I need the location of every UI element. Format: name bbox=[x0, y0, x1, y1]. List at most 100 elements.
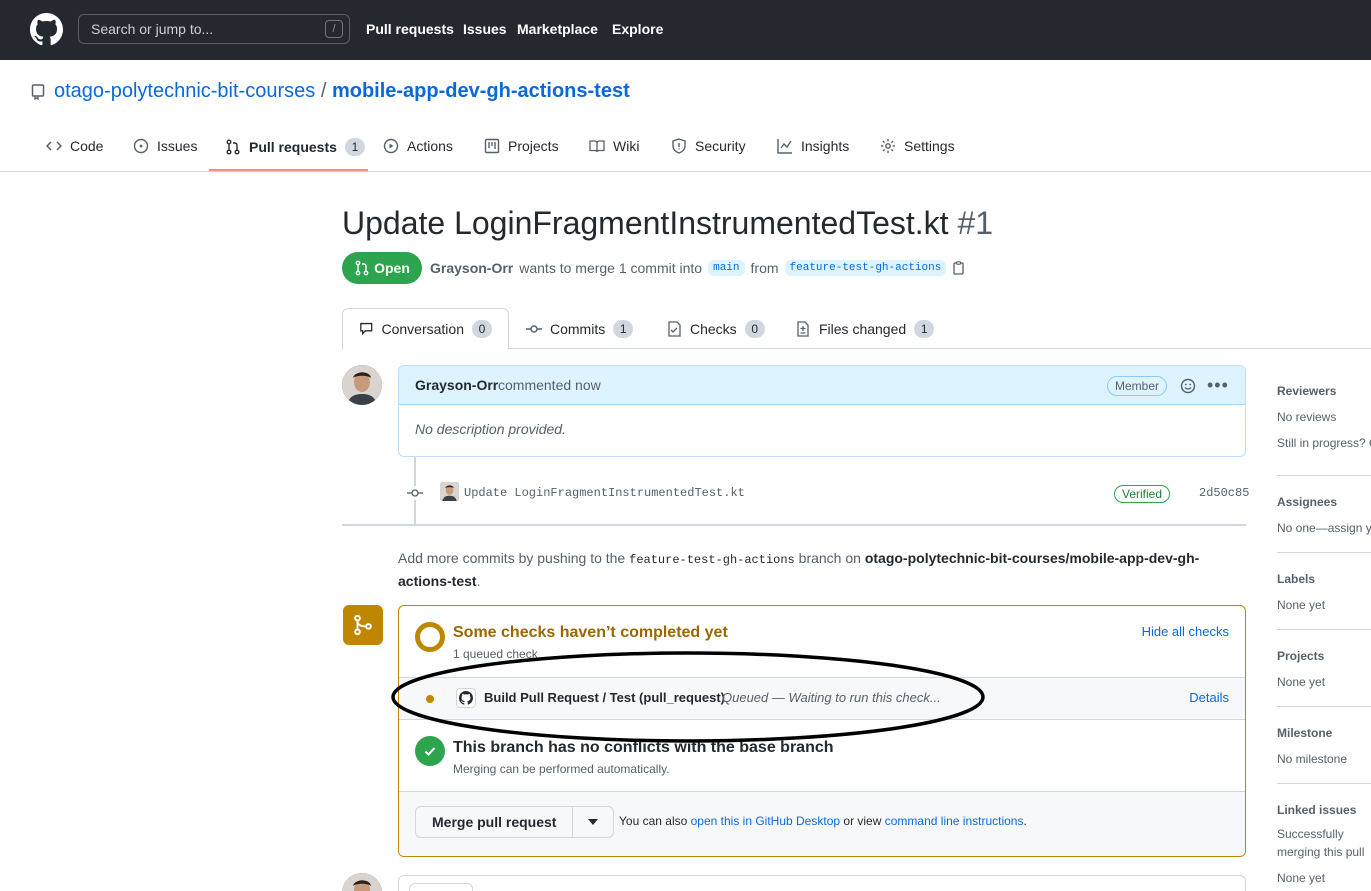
commit-icon bbox=[407, 486, 423, 500]
write-tab[interactable] bbox=[409, 883, 473, 891]
avatar[interactable] bbox=[342, 873, 382, 891]
milestone-heading[interactable]: Milestone bbox=[1277, 726, 1371, 740]
hide-all-checks-link[interactable]: Hide all checks bbox=[1142, 624, 1229, 639]
linked-issues-text: Successfully merging this pull request m… bbox=[1277, 827, 1365, 859]
tab-label: Pull requests bbox=[249, 139, 337, 155]
push-commits-note: Add more commits by pushing to the featu… bbox=[398, 548, 1248, 592]
tab-counter: 0 bbox=[472, 320, 492, 338]
check-run-row: Build Pull Request / Test (pull_request)… bbox=[399, 678, 1245, 720]
milestone-text: No milestone bbox=[1277, 752, 1348, 766]
head-branch[interactable]: feature-test-gh-actions bbox=[784, 260, 947, 276]
push-note-middle: branch on bbox=[798, 550, 861, 566]
merge-method-dropdown[interactable] bbox=[573, 807, 613, 837]
tab-settings[interactable]: Settings bbox=[880, 138, 955, 154]
nav-pull-requests[interactable]: Pull requests bbox=[366, 21, 454, 37]
tab-projects[interactable]: Projects bbox=[484, 138, 559, 154]
labels-text: None yet bbox=[1277, 598, 1326, 612]
smiley-icon[interactable] bbox=[1180, 378, 1196, 394]
tab-actions[interactable]: Actions bbox=[383, 138, 453, 154]
selected-tab-underline bbox=[209, 169, 368, 171]
repo-owner-link[interactable]: otago-polytechnic-bit-courses bbox=[54, 80, 315, 102]
reviewers-heading[interactable]: Reviewers bbox=[1277, 384, 1371, 398]
global-header: Search or jump to... / Pull requests Iss… bbox=[0, 0, 1371, 60]
commit-sha-link[interactable]: 2d50c85 bbox=[1199, 486, 1249, 500]
conflict-subtitle: Merging can be performed automatically. bbox=[453, 762, 670, 776]
tab-counter: 1 bbox=[914, 319, 935, 338]
merge-pull-request-button[interactable]: Merge pull request bbox=[415, 806, 615, 838]
comment-timestamp[interactable]: commented now bbox=[498, 377, 601, 393]
push-note-prefix: Add more commits by pushing to the bbox=[398, 550, 626, 566]
pr-title-text: Update LoginFragmentInstrumentedTest.kt bbox=[342, 205, 949, 241]
repo-icon bbox=[31, 84, 45, 100]
merge-actions: Merge pull request You can also open thi… bbox=[399, 792, 1245, 856]
tab-issues[interactable]: Issues bbox=[133, 138, 197, 154]
nav-explore[interactable]: Explore bbox=[612, 21, 663, 37]
author-role-badge: Member bbox=[1107, 376, 1168, 396]
nav-marketplace[interactable]: Marketplace bbox=[517, 21, 598, 37]
pr-state-badge: Open bbox=[342, 252, 422, 284]
tab-code[interactable]: Code bbox=[46, 138, 103, 154]
tab-conversation[interactable]: Conversation 0 bbox=[342, 308, 509, 350]
search-shortcut-key: / bbox=[325, 20, 343, 38]
merge-alternatives: You can also open this in GitHub Desktop… bbox=[619, 814, 1027, 828]
repo-name-link[interactable]: mobile-app-dev-gh-actions-test bbox=[332, 80, 630, 102]
tab-label: Commits bbox=[550, 320, 606, 337]
github-logo-icon[interactable] bbox=[30, 13, 63, 46]
command-line-link[interactable]: command line instructions bbox=[885, 814, 1024, 828]
assignees-text[interactable]: No one—assign yourself bbox=[1277, 521, 1371, 535]
linked-issues-none: None yet bbox=[1277, 871, 1326, 885]
check-run-name: Build Pull Request / Test (pull_request) bbox=[484, 690, 726, 705]
or-view-text: or view bbox=[843, 814, 882, 828]
merge-button-label: Merge pull request bbox=[416, 807, 574, 837]
play-icon bbox=[383, 138, 399, 154]
avatar[interactable] bbox=[342, 365, 382, 405]
tab-label: Settings bbox=[904, 138, 955, 154]
comment-author-link[interactable]: Grayson-Orr bbox=[415, 377, 498, 393]
tab-pull-requests[interactable]: Pull requests 1 bbox=[225, 138, 365, 156]
issue-icon bbox=[133, 138, 149, 154]
commit-message-link[interactable]: Update LoginFragmentInstrumentedTest.kt bbox=[464, 486, 745, 500]
tab-security[interactable]: Security bbox=[671, 138, 746, 154]
reviewers-text: No reviews bbox=[1277, 410, 1337, 424]
file-diff-icon bbox=[797, 320, 809, 337]
avatar-image bbox=[342, 873, 382, 891]
tab-label: Files changed bbox=[819, 320, 907, 337]
checks-summary: Some checks haven’t completed yet 1 queu… bbox=[399, 606, 1245, 678]
verified-badge[interactable]: Verified bbox=[1114, 485, 1171, 503]
pr-description-comment: Grayson-Orr commented now Member ••• No … bbox=[398, 365, 1246, 457]
merge-status-icon bbox=[343, 605, 383, 645]
sidebar-projects: Projects None yet bbox=[1277, 649, 1371, 707]
sidebar-linked-issues: Linked issues Successfully merging this … bbox=[1277, 803, 1371, 891]
pull-request-icon bbox=[355, 260, 369, 276]
check-details-link[interactable]: Details bbox=[1189, 690, 1229, 705]
pr-author-link[interactable]: Grayson-Orr bbox=[430, 260, 513, 276]
commit-author-avatar[interactable] bbox=[440, 482, 459, 501]
tab-commits[interactable]: Commits 1 bbox=[510, 308, 649, 349]
checklist-icon bbox=[668, 320, 681, 337]
labels-heading[interactable]: Labels bbox=[1277, 572, 1371, 586]
kebab-menu-icon[interactable]: ••• bbox=[1207, 375, 1229, 396]
sidebar-labels: Labels None yet bbox=[1277, 572, 1371, 630]
tab-files-changed[interactable]: Files changed 1 bbox=[779, 308, 950, 349]
tab-insights[interactable]: Insights bbox=[777, 138, 849, 154]
search-input[interactable]: Search or jump to... / bbox=[78, 14, 350, 44]
convert-to-draft-text[interactable]: Still in progress? Convert to draft bbox=[1277, 436, 1371, 450]
copy-icon[interactable] bbox=[952, 261, 966, 275]
triangle-down-icon bbox=[588, 819, 599, 825]
tab-checks[interactable]: Checks 0 bbox=[650, 308, 781, 349]
checks-subtitle: 1 queued check bbox=[453, 647, 538, 661]
code-icon bbox=[46, 141, 62, 151]
nav-issues[interactable]: Issues bbox=[463, 21, 507, 37]
check-circle-icon bbox=[415, 736, 445, 766]
tab-label: Actions bbox=[407, 138, 453, 154]
projects-heading[interactable]: Projects bbox=[1277, 649, 1371, 663]
graph-icon bbox=[777, 139, 792, 154]
assignees-heading[interactable]: Assignees bbox=[1277, 495, 1371, 509]
github-desktop-link[interactable]: open this in GitHub Desktop bbox=[691, 814, 840, 828]
merge-text: wants to merge 1 commit into bbox=[519, 260, 703, 276]
base-branch[interactable]: main bbox=[708, 260, 745, 276]
tab-wiki[interactable]: Wiki bbox=[589, 138, 639, 154]
tab-counter: 1 bbox=[613, 319, 634, 338]
avatar-image bbox=[440, 482, 459, 501]
push-note-branch: feature-test-gh-actions bbox=[629, 553, 795, 567]
